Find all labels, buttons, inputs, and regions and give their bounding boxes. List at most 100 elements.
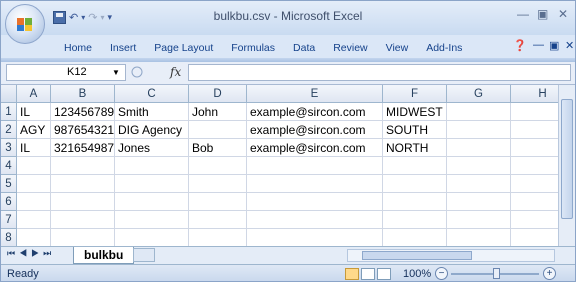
- vertical-scroll-thumb[interactable]: [561, 99, 573, 219]
- grid-cell[interactable]: [115, 229, 189, 246]
- grid-cell[interactable]: [447, 193, 511, 211]
- column-header[interactable]: D: [189, 85, 247, 103]
- vertical-scrollbar[interactable]: [558, 85, 575, 246]
- column-header[interactable]: A: [17, 85, 51, 103]
- ribbon-minimize-icon[interactable]: —: [533, 39, 544, 51]
- grid-cell[interactable]: [115, 211, 189, 229]
- grid-cell[interactable]: [447, 175, 511, 193]
- formula-input[interactable]: [188, 64, 571, 81]
- select-all-corner[interactable]: [1, 85, 17, 103]
- ribbon-close-icon[interactable]: ✕: [565, 39, 574, 52]
- grid-cell[interactable]: [17, 175, 51, 193]
- grid-cell[interactable]: example@sircon.com: [247, 121, 383, 139]
- grid-cell[interactable]: [51, 157, 115, 175]
- tab-insert[interactable]: Insert: [101, 39, 145, 57]
- grid-cell[interactable]: [383, 193, 447, 211]
- row-header[interactable]: 4: [1, 157, 17, 175]
- normal-view-icon[interactable]: [345, 268, 359, 280]
- grid-cell[interactable]: [51, 229, 115, 246]
- grid-cell[interactable]: [17, 193, 51, 211]
- tab-formulas[interactable]: Formulas: [222, 39, 284, 57]
- row-header[interactable]: 5: [1, 175, 17, 193]
- row-header[interactable]: 8: [1, 229, 17, 246]
- grid-cell[interactable]: [247, 175, 383, 193]
- grid-cell[interactable]: [447, 229, 511, 246]
- grid-cell[interactable]: [51, 211, 115, 229]
- grid-cell[interactable]: DIG Agency: [115, 121, 189, 139]
- grid-cell[interactable]: example@sircon.com: [247, 139, 383, 157]
- grid-cell[interactable]: [447, 211, 511, 229]
- name-box-dropdown-icon[interactable]: ▼: [112, 64, 120, 81]
- grid-cell[interactable]: [189, 211, 247, 229]
- grid-cell[interactable]: [189, 121, 247, 139]
- page-layout-view-icon[interactable]: [361, 268, 375, 280]
- grid-cell[interactable]: [247, 229, 383, 246]
- grid-cell[interactable]: [115, 175, 189, 193]
- grid-cell[interactable]: [51, 175, 115, 193]
- ribbon-restore-icon[interactable]: ▣: [549, 39, 559, 52]
- row-header[interactable]: 1: [1, 103, 17, 121]
- tab-add-ins[interactable]: Add-Ins: [417, 39, 471, 57]
- grid-cell[interactable]: [17, 157, 51, 175]
- row-header[interactable]: 3: [1, 139, 17, 157]
- save-icon[interactable]: [53, 10, 66, 24]
- minimize-icon[interactable]: —: [517, 7, 529, 21]
- grid-cell[interactable]: [383, 211, 447, 229]
- grid-cell[interactable]: John: [189, 103, 247, 121]
- zoom-out-icon[interactable]: −: [435, 267, 448, 280]
- grid-cell[interactable]: IL: [17, 139, 51, 157]
- row-header[interactable]: 7: [1, 211, 17, 229]
- grid-cell[interactable]: [189, 229, 247, 246]
- fx-icon[interactable]: fx: [170, 63, 181, 82]
- column-header[interactable]: E: [247, 85, 383, 103]
- column-header[interactable]: G: [447, 85, 511, 103]
- horizontal-scroll-thumb[interactable]: [362, 251, 472, 260]
- grid-cell[interactable]: AGY: [17, 121, 51, 139]
- zoom-slider-thumb[interactable]: [493, 268, 500, 279]
- restore-icon[interactable]: ▣: [537, 7, 548, 21]
- name-box[interactable]: K12: [6, 64, 126, 81]
- grid-cell[interactable]: NORTH: [383, 139, 447, 157]
- help-icon[interactable]: ❓: [513, 39, 527, 52]
- sheet-tab-bulkbu[interactable]: bulkbu: [73, 247, 135, 264]
- sheet-nav-icons[interactable]: ⏮◀▶⏭: [7, 248, 55, 259]
- grid-cell[interactable]: [247, 193, 383, 211]
- grid-cell[interactable]: IL: [17, 103, 51, 121]
- grid-cell[interactable]: [115, 193, 189, 211]
- grid-cell[interactable]: [383, 157, 447, 175]
- redo-icon[interactable]: ↷: [88, 11, 97, 24]
- grid-cell[interactable]: [17, 211, 51, 229]
- grid-cell[interactable]: 123456789: [51, 103, 115, 121]
- zoom-level[interactable]: 100%: [403, 268, 431, 280]
- column-header[interactable]: F: [383, 85, 447, 103]
- column-header[interactable]: B: [51, 85, 115, 103]
- grid-cell[interactable]: [189, 175, 247, 193]
- column-header[interactable]: C: [115, 85, 189, 103]
- grid-cell[interactable]: [447, 157, 511, 175]
- tab-home[interactable]: Home: [55, 39, 101, 57]
- grid-cell[interactable]: SOUTH: [383, 121, 447, 139]
- undo-dropdown-icon[interactable]: ▾: [81, 13, 85, 22]
- grid-cell[interactable]: MIDWEST: [383, 103, 447, 121]
- grid-cell[interactable]: [383, 175, 447, 193]
- page-break-view-icon[interactable]: [377, 268, 391, 280]
- grid-cell[interactable]: 321654987: [51, 139, 115, 157]
- tab-page-layout[interactable]: Page Layout: [145, 39, 222, 57]
- tab-review[interactable]: Review: [324, 39, 376, 57]
- grid-cell[interactable]: [189, 157, 247, 175]
- grid-cell[interactable]: Jones: [115, 139, 189, 157]
- customize-toolbar-icon[interactable]: ▾: [107, 12, 112, 23]
- close-icon[interactable]: ✕: [558, 7, 568, 21]
- horizontal-scrollbar[interactable]: [347, 249, 555, 262]
- grid-cell[interactable]: [115, 157, 189, 175]
- grid-cell[interactable]: Bob: [189, 139, 247, 157]
- new-sheet-icon[interactable]: [133, 248, 155, 262]
- tab-data[interactable]: Data: [284, 39, 324, 57]
- row-header[interactable]: 6: [1, 193, 17, 211]
- grid-cell[interactable]: [383, 229, 447, 246]
- grid-cell[interactable]: [189, 193, 247, 211]
- grid-cell[interactable]: example@sircon.com: [247, 103, 383, 121]
- grid-cell[interactable]: 987654321: [51, 121, 115, 139]
- grid-cell[interactable]: [51, 193, 115, 211]
- tab-view[interactable]: View: [377, 39, 418, 57]
